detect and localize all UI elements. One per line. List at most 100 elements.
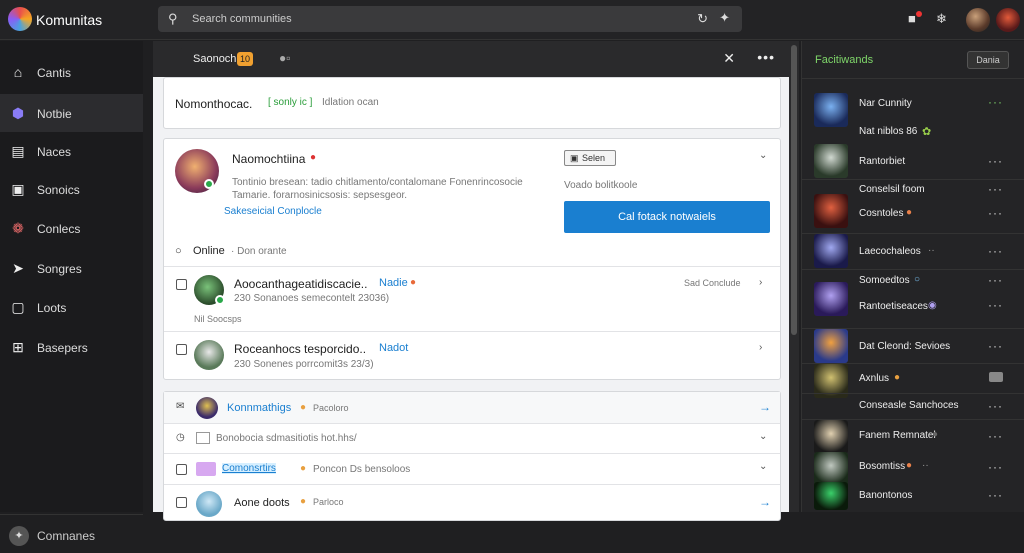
- thumbnail: [814, 234, 848, 268]
- row-checkbox[interactable]: [176, 464, 187, 475]
- notification-icon[interactable]: ■: [908, 11, 916, 26]
- table-row[interactable]: Roceanhocs tesporcido.. Nadot 230 Sonene…: [164, 331, 780, 381]
- notification-text: Nomonthocac.: [175, 97, 253, 111]
- list-title[interactable]: Bonobocia sdmasitiotis hot.hhs/: [216, 433, 357, 444]
- avatar: [194, 340, 224, 370]
- sidebar-item-settings[interactable]: ✦ Comnanes: [0, 514, 143, 553]
- arrow-right-icon[interactable]: →: [759, 495, 771, 509]
- sidebar-item-grid[interactable]: ⊞ Basepers: [0, 328, 143, 366]
- sidebar-item-list[interactable]: ▤ Naces: [0, 132, 143, 170]
- list-item[interactable]: Aone doots ● Parloco →: [164, 484, 780, 522]
- list-item[interactable]: ◷ Bonobocia sdmasitiotis hot.hhs/ ⌄: [164, 423, 780, 453]
- avatar[interactable]: [966, 8, 990, 32]
- avatar-secondary[interactable]: [996, 8, 1020, 32]
- more-icon[interactable]: ···: [988, 429, 1003, 443]
- app-logo-icon[interactable]: [8, 7, 32, 31]
- verified-icon: ●: [310, 152, 317, 163]
- post-header: Saonoch 10 ●▫ ✕ •••: [153, 41, 789, 77]
- more-icon[interactable]: ···: [988, 488, 1003, 502]
- flame-icon: ●: [894, 372, 901, 383]
- more-icon[interactable]: ···: [988, 154, 1003, 168]
- more-inline-icon[interactable]: ●▫: [279, 51, 291, 65]
- sidebar-item-home[interactable]: ⌂ Cantis: [0, 53, 143, 91]
- list-title[interactable]: Comonsrtirs: [222, 463, 276, 474]
- primary-button[interactable]: Cal fotack notwaiels: [564, 201, 770, 233]
- more-icon[interactable]: ···: [988, 273, 1003, 287]
- list-item[interactable]: Conseasle Sanchoces ···: [802, 393, 1024, 413]
- scrollbar[interactable]: [789, 41, 799, 512]
- profile-link[interactable]: Sakeseicial Conplocle: [224, 206, 322, 217]
- row-title[interactable]: Aoocanthageatidiscacie..: [234, 277, 367, 291]
- grid-icon: ⊞: [12, 339, 24, 355]
- star-icon[interactable]: ✦: [719, 10, 730, 26]
- thumbnail: [814, 420, 848, 454]
- row-checkbox[interactable]: [176, 279, 187, 290]
- row-checkbox[interactable]: [176, 344, 187, 355]
- main-panel: Saonoch 10 ●▫ ✕ ••• Nomonthocac. [ sonly…: [153, 41, 789, 521]
- header-name[interactable]: Saonoch: [193, 53, 236, 65]
- tag-icon: ➤: [12, 260, 24, 276]
- list-item[interactable]: Laecochaleos ·· ···: [802, 233, 1024, 268]
- more-icon[interactable]: ···: [988, 339, 1003, 353]
- row-tag[interactable]: Nadot: [379, 342, 408, 354]
- row-meta: Sad Conclude: [684, 278, 741, 288]
- list-tag: Poncon Ds bensoloos: [313, 464, 411, 475]
- chevron-right-icon[interactable]: ›: [759, 342, 762, 353]
- right-panel-button[interactable]: Dania: [967, 51, 1009, 69]
- list-item[interactable]: Somoedtos ○ ···: [802, 269, 1024, 287]
- list-item[interactable]: Axnlus ●: [802, 363, 1024, 398]
- sidebar-item-folder[interactable]: ▣ Sonoics: [0, 170, 143, 208]
- more-icon[interactable]: ···: [988, 244, 1003, 258]
- online-indicator: [204, 179, 214, 189]
- sidebar-item-apps[interactable]: ❁ Conlecs: [0, 209, 143, 247]
- scrollbar-thumb[interactable]: [791, 45, 797, 335]
- row-subtitle: 230 Sonenes porrcomit3s 23/3): [234, 359, 374, 370]
- sidebar-item-tag[interactable]: ➤ Songres: [0, 249, 143, 287]
- chevron-down-icon[interactable]: ⌄: [759, 461, 767, 472]
- close-icon[interactable]: ✕: [723, 50, 735, 67]
- search-bar[interactable]: ⚲ Search communities ↻ ✦: [158, 6, 742, 32]
- notification-tag[interactable]: [ sonly ic ]: [268, 97, 312, 108]
- list-item[interactable]: Comonsrtirs ● Poncon Ds bensoloos ⌄: [164, 453, 780, 484]
- list-item[interactable]: Fanem Remnatel ● ···: [802, 419, 1024, 454]
- avatar: [196, 397, 218, 419]
- select-dropdown[interactable]: ▣ Selen: [564, 150, 616, 166]
- profile-card: Naomochtiina ● Tontinio bresean: tadio c…: [163, 138, 781, 380]
- more-icon[interactable]: ···: [988, 206, 1003, 220]
- more-icon[interactable]: ···: [988, 182, 1003, 196]
- row-tag[interactable]: Nadie: [379, 277, 408, 289]
- chevron-down-icon[interactable]: ⌄: [759, 150, 767, 161]
- arrow-right-icon[interactable]: →: [759, 400, 771, 414]
- thumbnail: [814, 452, 848, 486]
- row-checkbox[interactable]: [176, 497, 187, 508]
- table-row[interactable]: Aoocanthageatidiscacie.. Nadie ● 230 Son…: [164, 266, 780, 332]
- notification-detail: Idlation ocan: [322, 97, 379, 108]
- sidebar-item-active[interactable]: ⬢ Notbie: [0, 94, 143, 132]
- network-icon[interactable]: ❄: [936, 11, 947, 27]
- list-title[interactable]: Konnmathigs: [227, 402, 291, 414]
- row-extra: Nil Soocsps: [194, 314, 242, 324]
- more-icon[interactable]: ···: [988, 298, 1003, 312]
- list-item[interactable]: Conselsil foom ···: [802, 179, 1024, 196]
- list-item[interactable]: ✉ Konnmathigs ● Pacoloro →: [164, 392, 780, 423]
- avatar[interactable]: [165, 47, 187, 69]
- search-input[interactable]: Search communities: [192, 13, 292, 25]
- row-title[interactable]: Roceanhocs tesporcido..: [234, 342, 366, 356]
- app-title: Komunitas: [36, 12, 103, 28]
- more-icon[interactable]: ···: [988, 95, 1003, 109]
- list-title[interactable]: Aone doots: [234, 497, 290, 509]
- more-inline-icon: ··: [928, 245, 935, 256]
- more-button[interactable]: •••: [757, 49, 775, 65]
- list-item[interactable]: Dat Cleond: Sevioes ···: [802, 328, 1024, 363]
- chevron-down-icon[interactable]: ⌄: [759, 431, 767, 442]
- apps-icon: ❁: [12, 220, 24, 236]
- right-panel-header: Facitiwands Dania: [802, 41, 1024, 79]
- more-icon[interactable]: ···: [988, 399, 1003, 413]
- row-subtitle: 230 Sonanoes semecontelt 23036): [234, 293, 390, 304]
- refresh-icon[interactable]: ↻: [697, 11, 708, 27]
- profile-name[interactable]: Naomochtiina: [232, 152, 305, 166]
- sidebar-item-box[interactable]: ▢ Loots: [0, 288, 143, 326]
- notification-badge: [916, 11, 922, 17]
- more-icon[interactable]: ···: [988, 460, 1003, 474]
- chevron-right-icon[interactable]: ›: [759, 277, 762, 288]
